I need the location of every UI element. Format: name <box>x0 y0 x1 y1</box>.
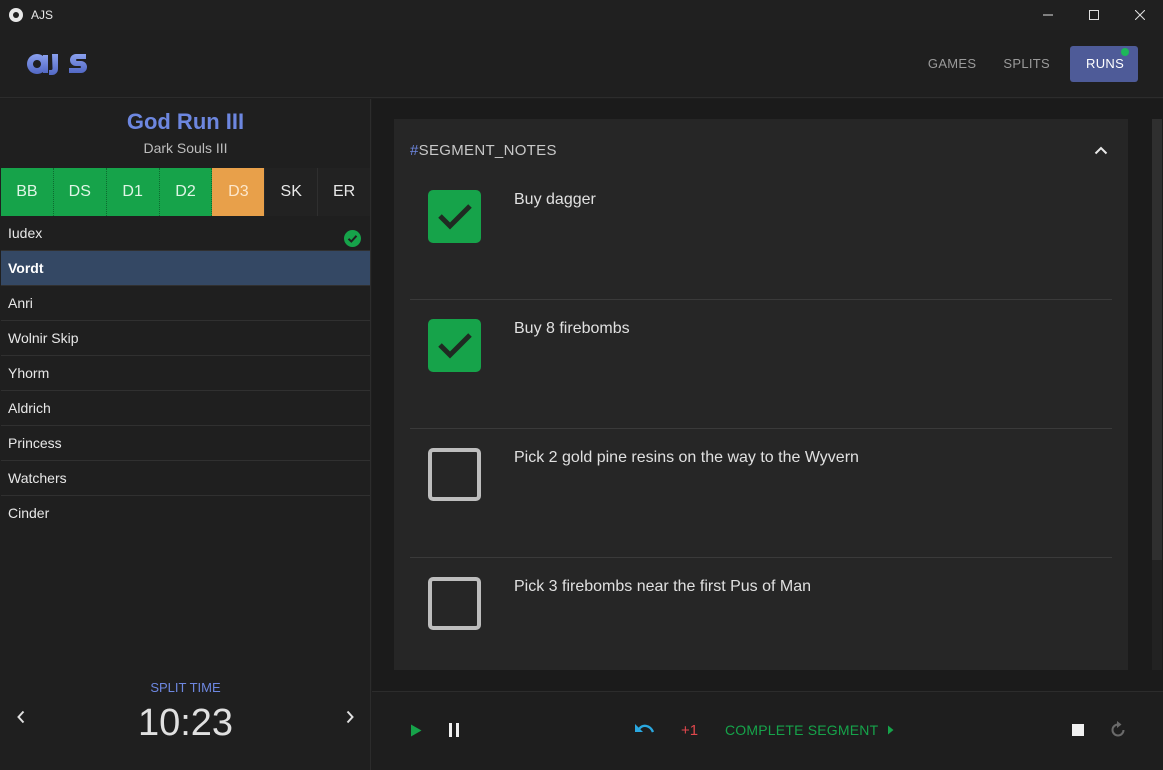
note-text: Pick 2 gold pine resins on the way to th… <box>514 449 859 466</box>
close-button[interactable] <box>1117 0 1163 30</box>
segment-item[interactable]: Watchers <box>1 461 370 496</box>
segment-notes-card: #SEGMENT_NOTES Buy dagger Buy 8 firebomb… <box>394 119 1128 670</box>
maximize-icon <box>1089 10 1099 20</box>
undo-icon <box>635 724 655 733</box>
minimize-icon <box>1043 14 1053 16</box>
segment-item[interactable]: Wolnir Skip <box>1 321 370 356</box>
note-text: Pick 3 firebombs near the first Pus of M… <box>514 578 812 595</box>
segment-label: Iudex <box>8 225 43 241</box>
split-tabs: BB DS D1 D2 D3 SK ER <box>1 168 371 216</box>
note-checkbox[interactable] <box>428 577 481 630</box>
split-time-label: SPLIT TIME <box>150 680 221 695</box>
logo-mark <box>27 54 87 75</box>
tab-ds[interactable]: DS <box>53 168 107 216</box>
caret-right-icon <box>888 725 894 735</box>
note-text: Buy dagger <box>514 191 596 208</box>
tab-d1[interactable]: D1 <box>106 168 160 216</box>
main-nav: GAMES SPLITS RUNS <box>901 46 1138 82</box>
tab-d3[interactable]: D3 <box>212 168 266 216</box>
app-header: GAMES SPLITS RUNS <box>0 30 1163 98</box>
app-icon <box>9 8 23 22</box>
stop-icon <box>1072 724 1084 736</box>
collapse-notes-button[interactable] <box>1092 141 1110 159</box>
close-icon <box>1135 10 1145 20</box>
refresh-icon <box>1111 721 1125 737</box>
chevron-right-icon <box>346 710 354 724</box>
ajs-logo[interactable] <box>24 48 88 83</box>
window-titlebar: AJS <box>0 0 1163 30</box>
segment-item[interactable]: Vordt <box>1 251 370 286</box>
chevron-up-icon <box>1094 146 1108 154</box>
tab-er[interactable]: ER <box>318 168 371 216</box>
nav-runs-label: RUNS <box>1086 56 1125 71</box>
note-text: Buy 8 firebombs <box>514 320 630 337</box>
segment-item[interactable]: Yhorm <box>1 356 370 391</box>
status-dot <box>1121 48 1129 56</box>
segment-list: Iudex Vordt Anri Wolnir Skip Yhorm Aldri… <box>1 216 370 531</box>
note-checkbox[interactable] <box>428 319 481 372</box>
maximize-button[interactable] <box>1071 0 1117 30</box>
run-controls-bar: +1 COMPLETE SEGMENT <box>372 691 1163 770</box>
notes-title-hash: # <box>410 142 419 159</box>
checkmark-icon <box>437 332 472 359</box>
note-item: Buy 8 firebombs <box>410 300 1112 429</box>
complete-segment-label: COMPLETE SEGMENT <box>725 722 879 738</box>
notes-area: #SEGMENT_NOTES Buy dagger Buy 8 firebomb… <box>372 99 1163 770</box>
pause-button[interactable] <box>446 718 462 742</box>
minimize-button[interactable] <box>1025 0 1071 30</box>
complete-segment-button[interactable]: COMPLETE SEGMENT <box>725 718 895 742</box>
notes-title-text: SEGMENT_NOTES <box>418 142 557 159</box>
nav-games[interactable]: GAMES <box>928 46 976 82</box>
nav-splits[interactable]: SPLITS <box>1003 46 1050 82</box>
segment-item[interactable]: Anri <box>1 286 370 321</box>
note-checkbox[interactable] <box>428 448 481 501</box>
penalty-plus-one-button[interactable]: +1 <box>681 718 698 742</box>
reset-button[interactable] <box>1107 718 1129 742</box>
segment-item[interactable]: Aldrich <box>1 391 370 426</box>
checkmark-icon <box>437 203 472 230</box>
play-icon <box>411 724 422 736</box>
play-button[interactable] <box>408 718 424 742</box>
run-sidebar: God Run III Dark Souls III BB DS D1 D2 D… <box>0 99 371 770</box>
window-title: AJS <box>31 8 54 22</box>
previous-split-button[interactable] <box>9 705 33 729</box>
tab-bb[interactable]: BB <box>1 168 54 216</box>
note-checkbox[interactable] <box>428 190 481 243</box>
window-controls <box>1025 0 1163 30</box>
note-item: Pick 2 gold pine resins on the way to th… <box>410 429 1112 558</box>
note-item: Pick 3 firebombs near the first Pus of M… <box>410 558 1112 670</box>
stop-button[interactable] <box>1070 718 1086 742</box>
segment-item[interactable]: Princess <box>1 426 370 461</box>
undo-button[interactable] <box>633 718 657 742</box>
tab-d2[interactable]: D2 <box>159 168 213 216</box>
next-split-button[interactable] <box>338 705 362 729</box>
pause-icon <box>449 723 459 737</box>
tab-sk[interactable]: SK <box>265 168 319 216</box>
game-title: Dark Souls III <box>143 140 228 156</box>
notes-title: #SEGMENT_NOTES <box>410 142 557 159</box>
split-time-value: 10:23 <box>137 702 234 744</box>
notes-scrollbar[interactable] <box>1152 119 1162 670</box>
segment-item[interactable]: Iudex <box>1 216 370 251</box>
scrollbar-thumb[interactable] <box>1152 119 1162 560</box>
note-item: Buy dagger <box>410 171 1112 300</box>
chevron-left-icon <box>17 710 25 724</box>
nav-runs[interactable]: RUNS <box>1070 46 1138 82</box>
run-title: God Run III <box>126 109 245 134</box>
segment-item[interactable]: Cinder <box>1 496 370 531</box>
